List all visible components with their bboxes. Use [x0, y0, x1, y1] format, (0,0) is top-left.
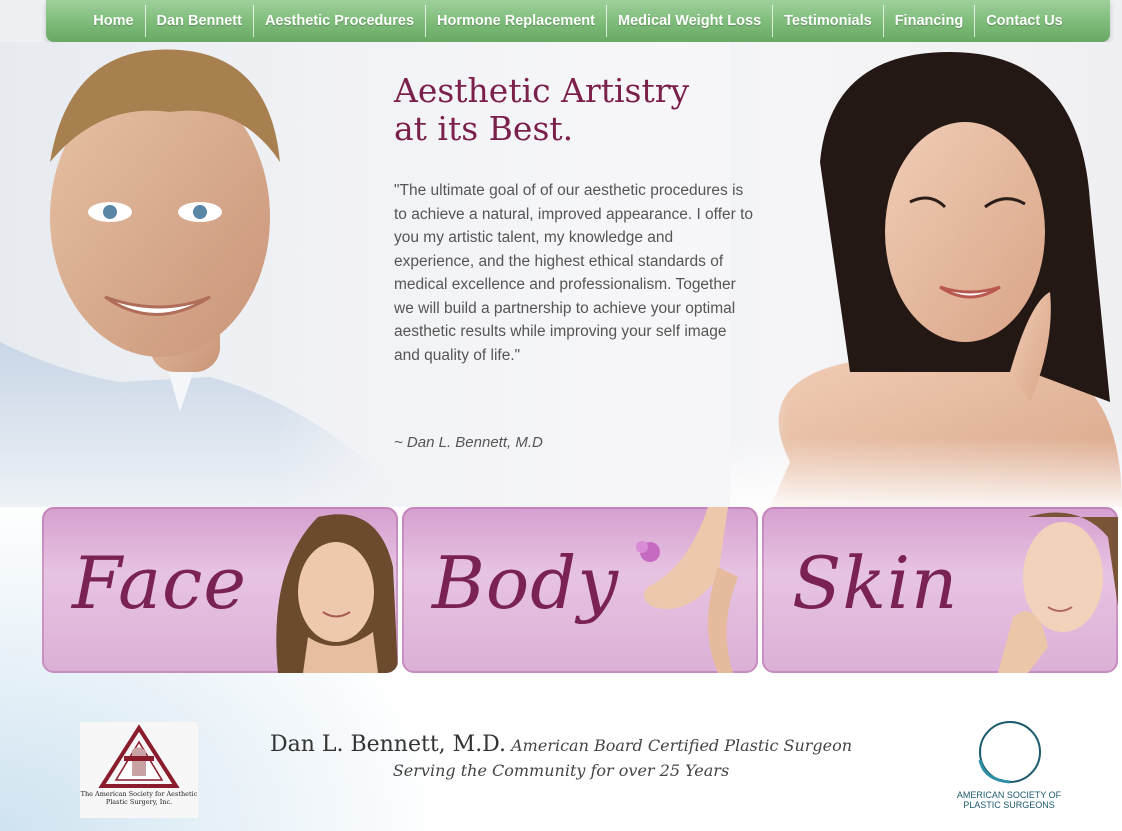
headline-line-2: at its Best.	[394, 109, 574, 148]
nav-testimonials[interactable]: Testimonials	[773, 5, 883, 37]
hero-banner: Aesthetic Artistry at its Best. "The ult…	[0, 42, 1122, 507]
headline-line-1: Aesthetic Artistry	[394, 71, 690, 110]
body-model-image	[636, 507, 738, 673]
face-tile-link[interactable]: Face	[42, 507, 398, 673]
asaps-logo-caption: The American Society for Aesthetic Plast…	[80, 790, 198, 806]
nav-contact-us[interactable]: Contact Us	[975, 5, 1074, 37]
surgeon-credential: American Board Certified Plastic Surgeon	[511, 736, 853, 755]
face-tile-label: Face	[72, 541, 247, 625]
nav-hormone-replacement[interactable]: Hormone Replacement	[426, 5, 606, 37]
surgeon-name: Dan L. Bennett, M.D.	[269, 732, 507, 757]
body-tile-link[interactable]: Body	[402, 507, 758, 673]
hero-quote: "The ultimate goal of of our aesthetic p…	[394, 182, 754, 364]
quote-signature: ~ Dan L. Bennett, M.D	[394, 434, 543, 451]
main-nav: Home Dan Bennett Aesthetic Procedures Ho…	[46, 0, 1110, 42]
face-model-image	[276, 514, 398, 673]
nav-home[interactable]: Home	[82, 5, 144, 37]
skin-tile-link[interactable]: Skin	[762, 507, 1118, 673]
hero-headline: Aesthetic Artistry at its Best.	[394, 72, 689, 148]
skin-model-image	[998, 512, 1118, 673]
woman-portrait-image	[730, 42, 1122, 507]
nav-medical-weight-loss[interactable]: Medical Weight Loss	[607, 5, 772, 37]
nav-aesthetic-procedures[interactable]: Aesthetic Procedures	[254, 5, 425, 37]
nav-dan-bennett[interactable]: Dan Bennett	[146, 5, 253, 37]
asps-logo-caption: AMERICAN SOCIETY OF PLASTIC SURGEONS	[956, 790, 1062, 810]
skin-tile-label: Skin	[792, 541, 959, 625]
body-tile-label: Body	[432, 541, 620, 625]
man-portrait-image	[0, 42, 400, 507]
nav-financing[interactable]: Financing	[884, 5, 974, 37]
